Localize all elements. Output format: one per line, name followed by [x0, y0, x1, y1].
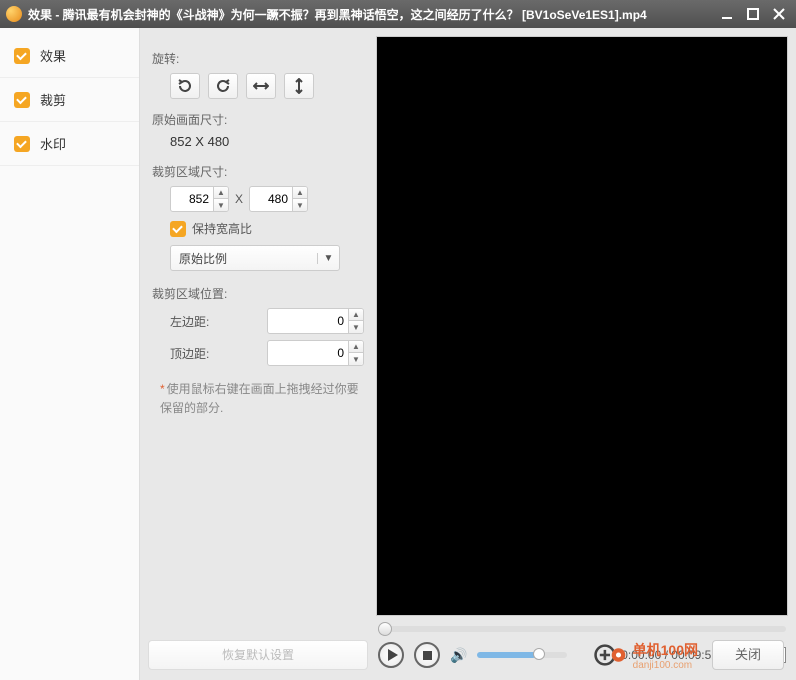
- sidebar-item-label: 裁剪: [40, 90, 66, 109]
- minimize-button[interactable]: [716, 5, 738, 23]
- keep-ratio-label: 保持宽高比: [192, 220, 252, 237]
- sidebar-item-crop[interactable]: 裁剪: [0, 78, 139, 122]
- close-window-button[interactable]: [768, 5, 790, 23]
- left-margin-label: 左边距:: [170, 313, 230, 330]
- crop-width-spinner[interactable]: ▲▼: [170, 186, 229, 212]
- ratio-combo-value: 原始比例: [171, 250, 317, 267]
- brand-url: danji100.com: [633, 660, 698, 671]
- top-margin-spinner[interactable]: ▲▼: [267, 340, 364, 366]
- top-margin-input[interactable]: [268, 346, 348, 360]
- spin-up[interactable]: ▲: [349, 308, 363, 321]
- crop-height-spinner[interactable]: ▲▼: [249, 186, 308, 212]
- seek-thumb[interactable]: [378, 622, 392, 636]
- spin-up[interactable]: ▲: [293, 186, 307, 199]
- rotate-ccw-button[interactable]: [208, 73, 238, 99]
- brand-area: 单机100网 danji100.com 关闭: [593, 638, 784, 672]
- sidebar: 效果 裁剪 水印: [0, 28, 140, 680]
- seek-bar[interactable]: [378, 626, 786, 632]
- orig-size-value: 852 X 480: [152, 134, 364, 149]
- x-separator: X: [235, 192, 243, 206]
- spin-up[interactable]: ▲: [214, 186, 228, 199]
- settings-panel: 旋转: 原始画面尺寸: 852 X 480 裁剪区域尺寸: ▲▼ X ▲▼: [148, 36, 368, 672]
- keep-ratio-checkbox[interactable]: [170, 221, 186, 237]
- flip-horizontal-button[interactable]: [246, 73, 276, 99]
- hint-text: *使用鼠标右键在画面上拖拽经过你要保留的部分.: [152, 380, 364, 418]
- sidebar-item-watermark[interactable]: 水印: [0, 122, 139, 166]
- rotate-label: 旋转:: [152, 50, 364, 67]
- rotate-cw-button[interactable]: [170, 73, 200, 99]
- maximize-button[interactable]: [742, 5, 764, 23]
- chevron-down-icon: ▼: [317, 253, 339, 264]
- spin-up[interactable]: ▲: [349, 340, 363, 353]
- spin-down[interactable]: ▼: [293, 199, 307, 212]
- spin-down[interactable]: ▼: [214, 199, 228, 212]
- orig-size-label: 原始画面尺寸:: [152, 111, 364, 128]
- window-title: 效果 - 腾讯最有机会封神的《斗战神》为何一蹶不振？再到黑神话悟空，这之间经历了…: [28, 6, 716, 23]
- check-icon: [14, 136, 30, 152]
- app-icon: [6, 6, 22, 22]
- brand-logo-icon: [593, 638, 627, 672]
- reset-button[interactable]: 恢复默认设置: [148, 640, 368, 670]
- left-margin-spinner[interactable]: ▲▼: [267, 308, 364, 334]
- preview-panel: 🔊 00:00:00 / 00:09:52: [376, 36, 788, 672]
- flip-vertical-button[interactable]: [284, 73, 314, 99]
- check-icon: [14, 92, 30, 108]
- close-button[interactable]: 关闭: [712, 640, 784, 670]
- check-icon: [14, 48, 30, 64]
- brand-name: 单机100网: [633, 640, 698, 660]
- video-preview[interactable]: [376, 36, 788, 616]
- titlebar: 效果 - 腾讯最有机会封神的《斗战神》为何一蹶不振？再到黑神话悟空，这之间经历了…: [0, 0, 796, 28]
- top-margin-label: 顶边距:: [170, 345, 230, 362]
- sidebar-item-label: 水印: [40, 134, 66, 153]
- sidebar-item-label: 效果: [40, 46, 66, 65]
- spin-down[interactable]: ▼: [349, 353, 363, 366]
- sidebar-item-effect[interactable]: 效果: [0, 34, 139, 78]
- ratio-combo[interactable]: 原始比例 ▼: [170, 245, 340, 271]
- crop-pos-label: 裁剪区域位置:: [152, 285, 364, 302]
- crop-height-input[interactable]: [250, 192, 292, 206]
- crop-size-label: 裁剪区域尺寸:: [152, 163, 364, 180]
- spin-down[interactable]: ▼: [349, 321, 363, 334]
- left-margin-input[interactable]: [268, 314, 348, 328]
- crop-width-input[interactable]: [171, 192, 213, 206]
